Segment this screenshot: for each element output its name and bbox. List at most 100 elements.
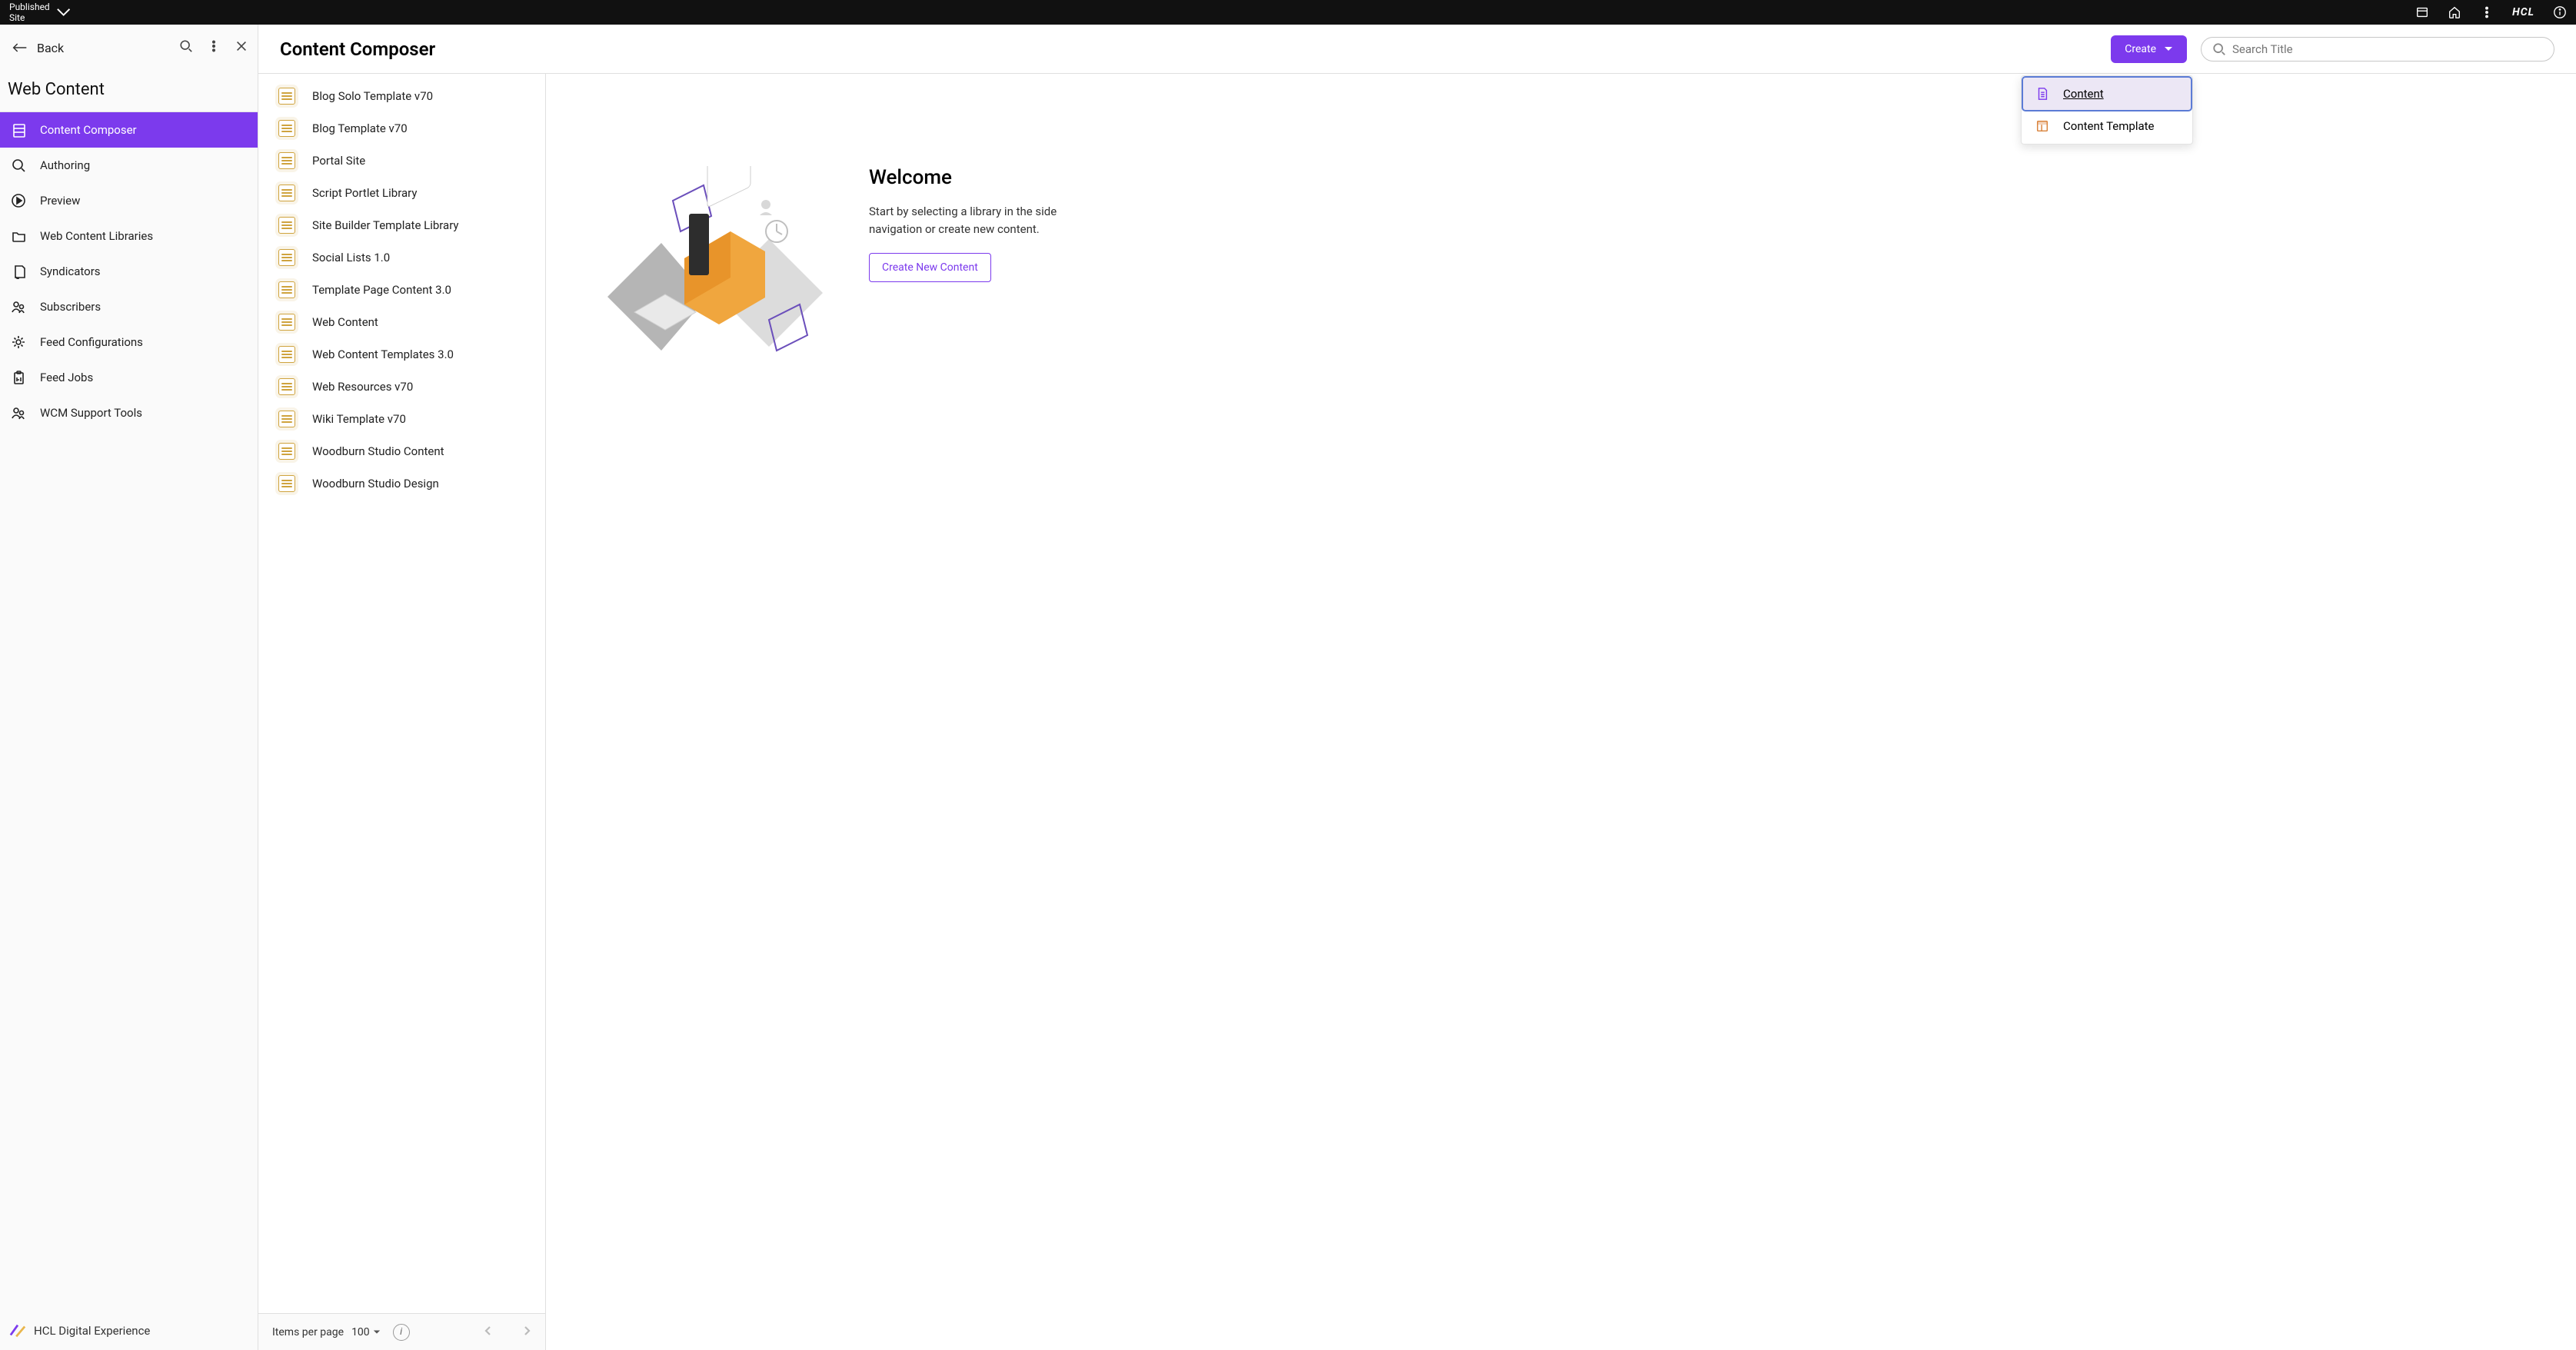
library-icon [278,217,295,234]
sidebar-close-icon[interactable] [235,39,248,56]
sidebar-item-content-composer[interactable]: Content Composer [0,112,258,148]
library-icon [278,475,295,492]
library-item[interactable]: Blog Solo Template v70 [258,80,545,112]
library-icon [278,185,295,201]
create-menu: Content Content Template [2021,75,2193,145]
library-icon [278,281,295,298]
library-label: Woodburn Studio Design [312,477,439,490]
library-icon [278,249,295,266]
create-menu-label: Content [2063,87,2104,101]
create-menu-item-content-template[interactable]: Content Template [2023,110,2191,142]
library-label: Woodburn Studio Content [312,444,444,458]
brand-mark-icon [9,1322,26,1339]
create-button-label: Create [2125,43,2156,55]
library-label: Wiki Template v70 [312,412,406,426]
create-new-content-button[interactable]: Create New Content [869,253,991,282]
sidebar-item-label: Feed Configurations [40,335,143,349]
search-input[interactable] [2232,42,2543,56]
library-label: Blog Template v70 [312,121,408,135]
sidebar-kebab-icon[interactable] [207,39,221,56]
sidebar: Back Web Content Content Composer Authori… [0,25,258,1350]
sidebar-item-label: Preview [40,194,80,208]
library-icon [278,411,295,427]
sidebar-item-label: WCM Support Tools [40,406,142,420]
items-per-page-value: 100 [351,1326,370,1338]
sidebar-item-feed-jobs[interactable]: Feed Jobs [0,360,258,395]
content-header: Content Composer Create ContentContent T… [258,25,2576,74]
library-item[interactable]: Script Portlet Library [258,177,545,209]
site-label: Published Site [9,2,50,23]
page-next-button[interactable] [522,1326,531,1338]
gear-icon [11,334,26,350]
back-button[interactable]: Back [12,41,64,55]
library-label: Web Resources v70 [312,380,413,394]
file-out-icon [11,264,26,279]
top-bar: Published Site HCL [0,0,2576,25]
library-item[interactable]: Blog Template v70 [258,112,545,145]
info-icon[interactable] [2553,5,2567,19]
sidebar-item-subscribers[interactable]: Subscribers [0,289,258,324]
sidebar-item-web-content-libraries[interactable]: Web Content Libraries [0,218,258,254]
folder-icon [11,228,26,244]
sidebar-item-label: Web Content Libraries [40,229,153,243]
welcome-heading: Welcome [869,166,1084,189]
site-switcher[interactable]: Published Site [9,2,72,23]
library-icon [278,378,295,395]
pagination-info-icon[interactable]: i [393,1324,410,1341]
library-item[interactable]: Web Content Templates 3.0 [258,338,545,371]
create-menu-label: Content Template [2063,119,2155,133]
library-item[interactable]: Woodburn Studio Content [258,435,545,467]
items-per-page-select[interactable]: 100 [351,1326,381,1338]
library-label: Blog Solo Template v70 [312,89,433,103]
library-label: Web Content Templates 3.0 [312,347,454,361]
sidebar-item-syndicators[interactable]: Syndicators [0,254,258,289]
library-icon [278,443,295,460]
library-item[interactable]: Woodburn Studio Design [258,467,545,500]
people-icon [11,299,26,314]
library-icon [278,88,295,105]
sidebar-item-label: Feed Jobs [40,371,93,384]
library-item[interactable]: Portal Site [258,145,545,177]
arrow-left-icon [12,42,28,54]
people-icon [11,405,26,421]
main-content: Content Composer Create Content Content T… [258,25,2576,1350]
library-label: Portal Site [312,154,365,168]
library-column: Blog Solo Template v70 Blog Template v70 P… [258,74,546,1350]
library-item[interactable]: Site Builder Template Library [258,209,545,241]
sidebar-title: Web Content [0,71,258,111]
back-label: Back [37,41,64,55]
create-button[interactable]: Create [2111,35,2187,63]
library-label: Site Builder Template Library [312,218,459,232]
library-label: Template Page Content 3.0 [312,283,451,297]
library-item[interactable]: Web Resources v70 [258,371,545,403]
library-item[interactable]: Template Page Content 3.0 [258,274,545,306]
library-item[interactable]: Wiki Template v70 [258,403,545,435]
library-icon [11,122,26,138]
chevron-down-icon [373,1328,381,1336]
sidebar-nav: Content Composer Authoring Preview Web Cont… [0,111,258,431]
home-icon[interactable] [2448,5,2461,19]
create-menu-item-content[interactable]: Content [2023,78,2191,110]
library-item[interactable]: Social Lists 1.0 [258,241,545,274]
page-title: Content Composer [280,38,2097,60]
sidebar-item-feed-configurations[interactable]: Feed Configurations [0,324,258,360]
sidebar-search-icon[interactable] [179,39,193,56]
library-label: Script Portlet Library [312,186,417,200]
sidebar-item-preview[interactable]: Preview [0,183,258,218]
play-icon [11,193,26,208]
welcome-pane: Welcome Start by selecting a library in … [546,74,2576,1350]
library-icon [278,314,295,331]
template-icon [2035,119,2049,133]
library-item[interactable]: Web Content [258,306,545,338]
page-prev-button[interactable] [484,1326,493,1338]
search-box[interactable] [2201,37,2554,62]
kebab-menu-icon[interactable] [2480,5,2494,19]
sidebar-item-wcm-support-tools[interactable]: WCM Support Tools [0,395,258,431]
library-label: Web Content [312,315,378,329]
sidebar-item-authoring[interactable]: Authoring [0,148,258,183]
chevron-down-icon [2164,45,2173,54]
sidebar-footer: HCL Digital Experience [0,1312,258,1350]
library-list: Blog Solo Template v70 Blog Template v70 P… [258,74,545,1313]
window-icon[interactable] [2415,5,2429,19]
sidebar-item-label: Authoring [40,158,90,172]
